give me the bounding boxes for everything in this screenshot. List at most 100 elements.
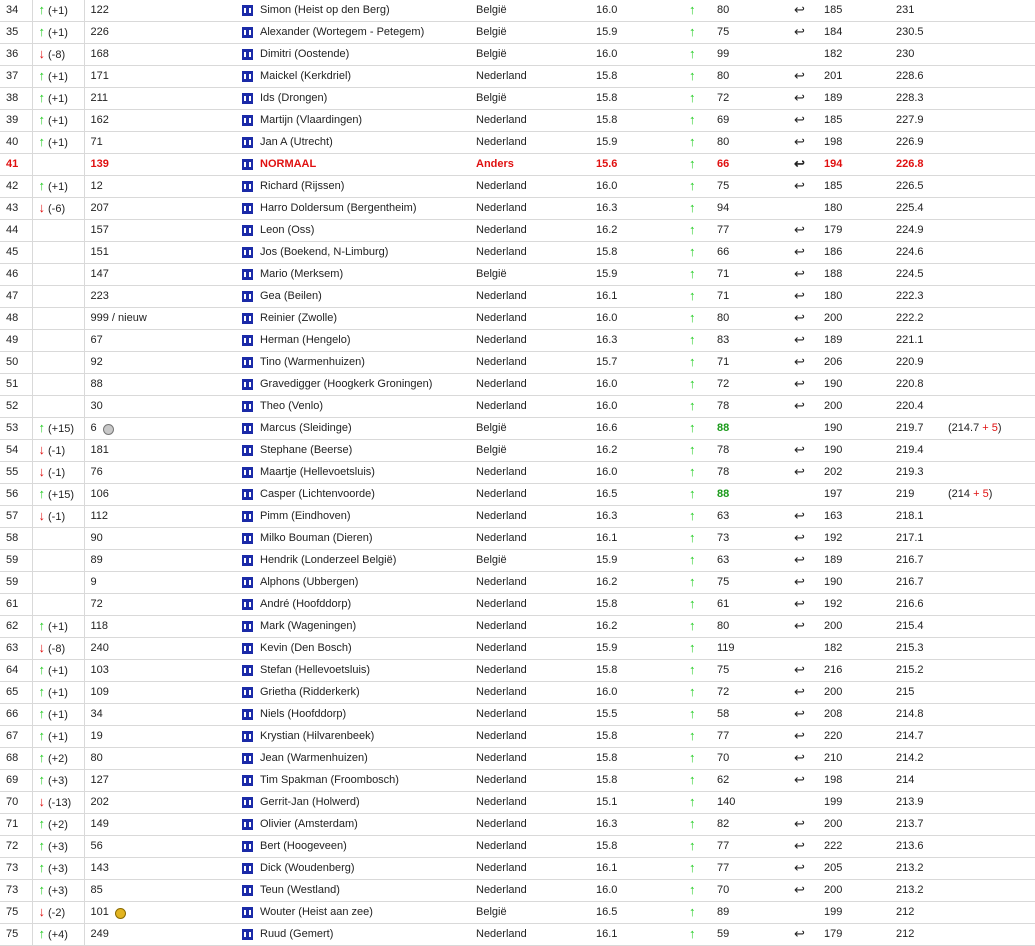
participant-name[interactable]: Harro Doldersum (Bergentheim) — [254, 197, 470, 220]
profile-cell[interactable] — [236, 791, 254, 814]
profile-icon[interactable] — [242, 422, 253, 434]
profile-icon[interactable] — [242, 70, 253, 82]
profile-icon[interactable] — [242, 796, 253, 808]
participant-name[interactable]: Herman (Hengelo) — [254, 329, 470, 352]
profile-cell[interactable] — [236, 835, 254, 858]
profile-icon[interactable] — [242, 444, 253, 456]
profile-cell[interactable] — [236, 241, 254, 264]
profile-cell[interactable] — [236, 263, 254, 286]
participant-name[interactable]: Wouter (Heist aan zee) — [254, 901, 470, 924]
profile-icon[interactable] — [242, 312, 253, 324]
profile-icon[interactable] — [242, 730, 253, 742]
profile-icon[interactable] — [242, 158, 253, 170]
profile-cell[interactable] — [236, 879, 254, 902]
participant-name[interactable]: Grietha (Ridderkerk) — [254, 681, 470, 704]
profile-cell[interactable] — [236, 285, 254, 308]
participant-name[interactable]: Casper (Lichtenvoorde) — [254, 483, 470, 506]
profile-cell[interactable] — [236, 923, 254, 946]
participant-name[interactable]: Milko Bouman (Dieren) — [254, 527, 470, 550]
participant-name[interactable]: Mark (Wageningen) — [254, 615, 470, 638]
participant-name[interactable]: Ids (Drongen) — [254, 87, 470, 110]
profile-cell[interactable] — [236, 527, 254, 550]
profile-icon[interactable] — [242, 202, 253, 214]
profile-icon[interactable] — [242, 884, 253, 896]
profile-icon[interactable] — [242, 136, 253, 148]
profile-cell[interactable] — [236, 373, 254, 396]
profile-cell[interactable] — [236, 351, 254, 374]
participant-name[interactable]: Hendrik (Londerzeel België) — [254, 549, 470, 572]
profile-cell[interactable] — [236, 329, 254, 352]
profile-icon[interactable] — [242, 92, 253, 104]
profile-cell[interactable] — [236, 681, 254, 704]
profile-icon[interactable] — [242, 686, 253, 698]
participant-name[interactable]: Krystian (Hilvarenbeek) — [254, 725, 470, 748]
participant-name[interactable]: Jean (Warmenhuizen) — [254, 747, 470, 770]
participant-name[interactable]: Stefan (Hellevoetsluis) — [254, 659, 470, 682]
participant-name[interactable]: Dimitri (Oostende) — [254, 43, 470, 66]
profile-cell[interactable] — [236, 43, 254, 66]
profile-cell[interactable] — [236, 769, 254, 792]
profile-cell[interactable] — [236, 615, 254, 638]
participant-name[interactable]: Theo (Venlo) — [254, 395, 470, 418]
participant-name[interactable]: Leon (Oss) — [254, 219, 470, 242]
profile-icon[interactable] — [242, 510, 253, 522]
profile-cell[interactable] — [236, 417, 254, 440]
profile-icon[interactable] — [242, 928, 253, 940]
participant-name[interactable]: Jan A (Utrecht) — [254, 131, 470, 154]
participant-name[interactable]: Dick (Woudenberg) — [254, 857, 470, 880]
participant-name[interactable]: Stephane (Beerse) — [254, 439, 470, 462]
participant-name[interactable]: Maickel (Kerkdriel) — [254, 65, 470, 88]
profile-icon[interactable] — [242, 840, 253, 852]
profile-cell[interactable] — [236, 175, 254, 198]
profile-cell[interactable] — [236, 813, 254, 836]
participant-name[interactable]: Olivier (Amsterdam) — [254, 813, 470, 836]
profile-icon[interactable] — [242, 378, 253, 390]
participant-name[interactable]: Tim Spakman (Froombosch) — [254, 769, 470, 792]
participant-name[interactable]: Kevin (Den Bosch) — [254, 637, 470, 660]
profile-cell[interactable] — [236, 131, 254, 154]
profile-cell[interactable] — [236, 197, 254, 220]
profile-cell[interactable] — [236, 0, 254, 22]
participant-name[interactable]: Pimm (Eindhoven) — [254, 505, 470, 528]
profile-cell[interactable] — [236, 747, 254, 770]
participant-name[interactable]: André (Hoofddorp) — [254, 593, 470, 616]
profile-icon[interactable] — [242, 708, 253, 720]
participant-name[interactable]: Ruud (Gemert) — [254, 923, 470, 946]
participant-name[interactable]: Tino (Warmenhuizen) — [254, 351, 470, 374]
profile-cell[interactable] — [236, 703, 254, 726]
profile-icon[interactable] — [242, 642, 253, 654]
profile-icon[interactable] — [242, 532, 253, 544]
profile-icon[interactable] — [242, 290, 253, 302]
profile-icon[interactable] — [242, 576, 253, 588]
participant-name[interactable]: Jos (Boekend, N-Limburg) — [254, 241, 470, 264]
participant-name[interactable]: Niels (Hoofddorp) — [254, 703, 470, 726]
profile-icon[interactable] — [242, 114, 253, 126]
participant-name[interactable]: Martijn (Vlaardingen) — [254, 109, 470, 132]
profile-icon[interactable] — [242, 774, 253, 786]
profile-icon[interactable] — [242, 48, 253, 60]
profile-icon[interactable] — [242, 224, 253, 236]
participant-name[interactable]: NORMAAL — [254, 153, 470, 176]
profile-icon[interactable] — [242, 334, 253, 346]
participant-name[interactable]: Teun (Westland) — [254, 879, 470, 902]
profile-icon[interactable] — [242, 400, 253, 412]
profile-cell[interactable] — [236, 637, 254, 660]
profile-cell[interactable] — [236, 307, 254, 330]
profile-cell[interactable] — [236, 461, 254, 484]
profile-icon[interactable] — [242, 180, 253, 192]
profile-cell[interactable] — [236, 725, 254, 748]
participant-name[interactable]: Alexander (Wortegem - Petegem) — [254, 21, 470, 44]
participant-name[interactable]: Alphons (Ubbergen) — [254, 571, 470, 594]
profile-icon[interactable] — [242, 906, 253, 918]
profile-cell[interactable] — [236, 549, 254, 572]
participant-name[interactable]: Gea (Beilen) — [254, 285, 470, 308]
profile-cell[interactable] — [236, 395, 254, 418]
profile-icon[interactable] — [242, 664, 253, 676]
profile-icon[interactable] — [242, 862, 253, 874]
profile-icon[interactable] — [242, 620, 253, 632]
profile-icon[interactable] — [242, 466, 253, 478]
profile-icon[interactable] — [242, 4, 253, 16]
participant-name[interactable]: Richard (Rijssen) — [254, 175, 470, 198]
profile-cell[interactable] — [236, 857, 254, 880]
participant-name[interactable]: Simon (Heist op den Berg) — [254, 0, 470, 22]
